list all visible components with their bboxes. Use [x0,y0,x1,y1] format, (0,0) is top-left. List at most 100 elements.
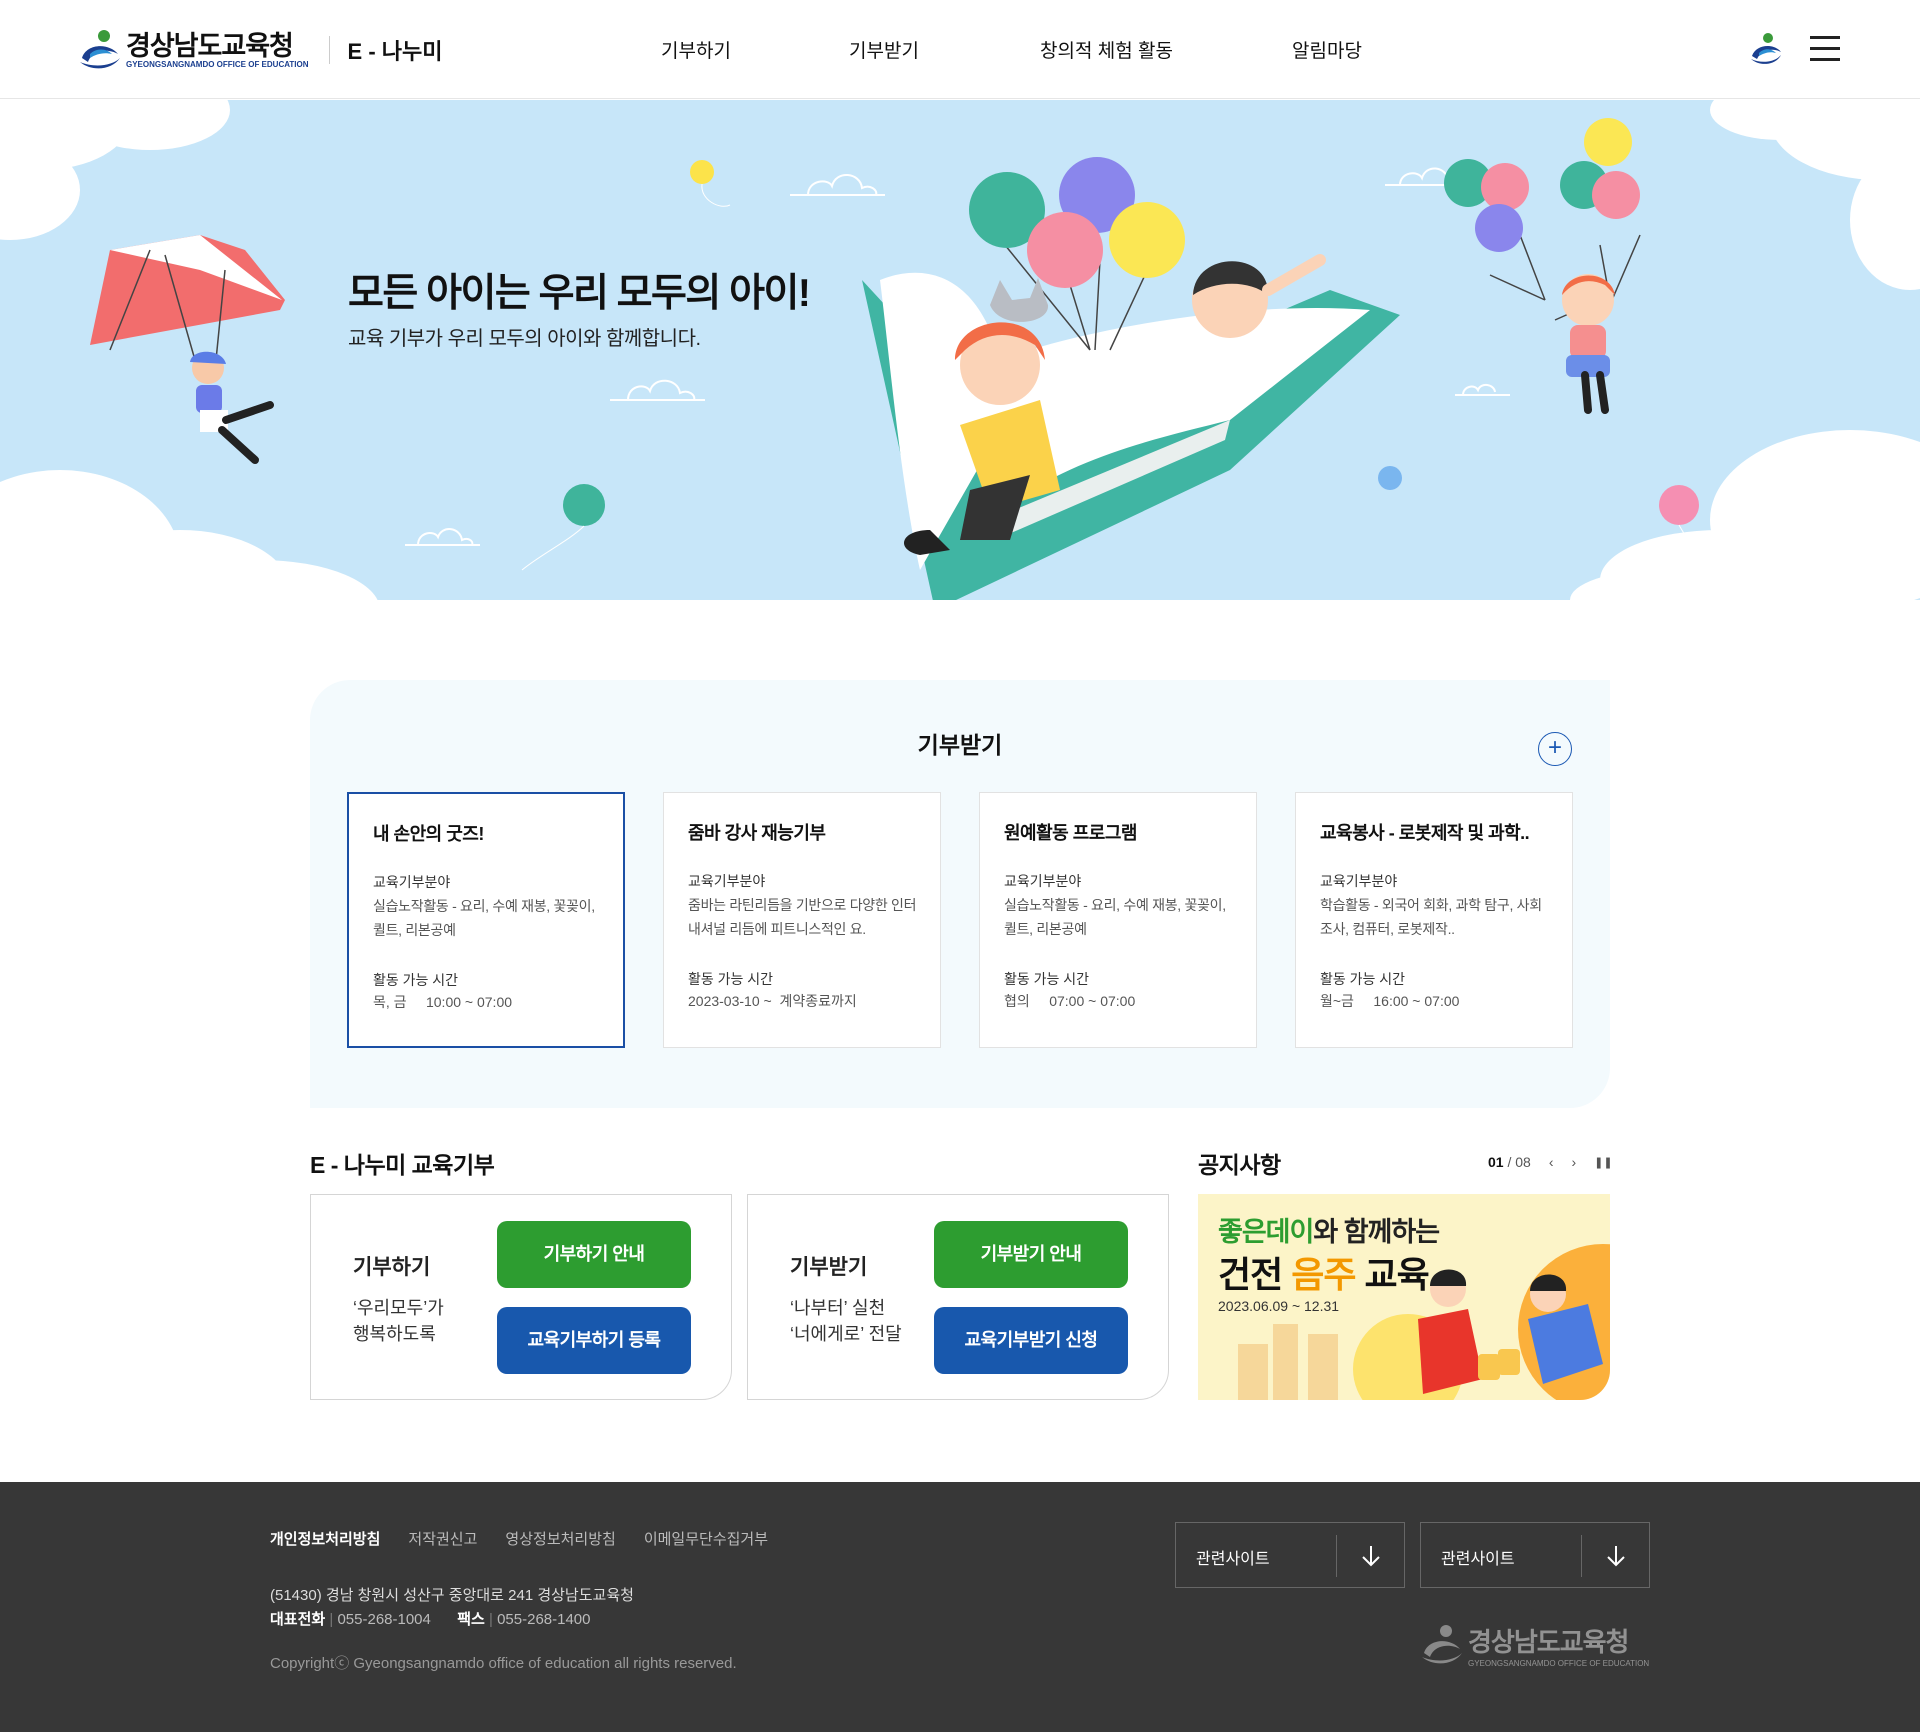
receive-section-title: 기부받기 [917,732,1003,758]
site-header: 경상남도교육청 GYEONGSANGNAMDO OFFICE OF EDUCAT… [0,0,1920,99]
site-name[interactable]: E - 나누미 [348,34,443,66]
banner-text: 건전 [1218,1254,1292,1295]
select-label: 관련사이트 [1441,1551,1515,1568]
footer-logo: 경상남도교육청 GYEONGSANGNAMDO OFFICE OF EDUCAT… [1420,1622,1649,1668]
fax-label: 팩스 [457,1611,485,1628]
tel-label: 대표전화 [270,1611,326,1628]
card-time: 월~금 16:00 ~ 07:00 [1320,993,1460,1009]
related-site-select[interactable]: 관련사이트 [1175,1522,1405,1588]
info-desc: ‘나부터’ 실천 ‘너에게로’ 전달 [790,1298,902,1344]
banner-text: 교육 [1355,1254,1430,1295]
donate-info-box: 기부하기 ‘우리모두’가 행복하도록 기부하기 안내 교육기부하기 등록 [310,1194,732,1400]
footer-separator: | [489,1611,498,1628]
donation-card[interactable]: 교육봉사 - 로봇제작 및 과학.. 교육기부분야 학습활동 - 외국어 회화,… [1295,792,1573,1048]
chevron-right-icon[interactable]: › [1572,1154,1577,1170]
donate-register-button[interactable]: 교육기부하기 등록 [497,1307,691,1374]
card-field: 실습노작활동 - 요리, 수예 재봉, 꽃꽂이, 퀼트, 리본공예 [373,898,595,938]
card-title: 내 손안의 굿즈! [373,824,484,844]
logo-text: 경상남도교육청 GYEONGSANGNAMDO OFFICE OF EDUCAT… [126,32,309,69]
receive-guide-button[interactable]: 기부받기 안내 [934,1221,1128,1288]
card-field-label: 교육기부분야 [373,874,451,890]
logo-symbol-icon [80,30,120,69]
notice-banner[interactable]: 좋은데이와 함께하는 건전 음주 교육 2023.06.09 ~ 12.31 [1198,1194,1610,1400]
footer-logo-english: GYEONGSANGNAMDO OFFICE OF EDUCATION [1468,1659,1650,1668]
card-time: 2023-03-10 ~ 계약종료까지 [688,993,857,1009]
hero-banner: 모든 아이는 우리 모두의 아이! 교육 기부가 우리 모두의 아이와 함께합니… [0,100,1920,600]
arrow-down-icon [1362,1546,1380,1567]
info-title: 기부받기 [790,1256,868,1279]
receive-info-box: 기부받기 ‘나부터’ 실천 ‘너에게로’ 전달 기부받기 안내 교육기부받기 신… [747,1194,1169,1400]
nav-item-donate[interactable]: 기부하기 [661,36,731,63]
donation-card[interactable]: 내 손안의 굿즈! 교육기부분야 실습노작활동 - 요리, 수예 재봉, 꽃꽂이… [347,792,625,1048]
card-time: 협의 07:00 ~ 07:00 [1004,993,1136,1009]
notice-total-pages: / 08 [1507,1154,1531,1170]
fax-number: 055-268-1400 [497,1611,591,1628]
banner-highlight: 음주 [1291,1254,1356,1295]
select-label: 관련사이트 [1196,1551,1270,1568]
footer-copyright: Copyrightⓒ Gyeongsangnamdo office of edu… [270,1655,737,1672]
footer-logo-korean: 경상남도교육청 [1468,1627,1629,1657]
banner-date: 2023.06.09 ~ 12.31 [1218,1298,1340,1314]
card-time-label: 활동 가능 시간 [688,971,774,987]
footer-links: 개인정보처리방침 저작권신고 영상정보처리방침 이메일무단수집거부 [270,1528,768,1549]
card-field: 줌바는 라틴리듬을 기반으로 다양한 인터내셔널 리듬에 피트니스적인 요. [688,897,917,937]
footer-logo-symbol-icon [1422,1625,1462,1664]
receive-apply-button[interactable]: 교육기부받기 신청 [934,1307,1128,1374]
footer-logo-text: 경상남도교육청 GYEONGSANGNAMDO OFFICE OF EDUCAT… [1468,1622,1649,1668]
hero-illustration [0,100,1920,600]
footer-link-video-privacy[interactable]: 영상정보처리방침 [505,1528,615,1549]
logo-korean: 경상남도교육청 [126,30,294,61]
select-divider [1336,1535,1337,1577]
banner-headline-2: 건전 음주 교육 [1218,1246,1430,1298]
footer-contact: 대표전화 | 055-268-1004 팩스 | 055-268-1400 [270,1608,591,1629]
notice-page-count: 01 / 08 [1488,1154,1531,1170]
card-time-label: 활동 가능 시간 [373,972,459,988]
symbol-icon[interactable] [1750,32,1782,66]
footer-link-copyright[interactable]: 저작권신고 [408,1528,477,1549]
hero-title: 모든 아이는 우리 모두의 아이! [348,272,811,315]
arrow-down-icon [1607,1546,1625,1567]
nav-item-receive[interactable]: 기부받기 [849,36,919,63]
logo-divider [328,36,330,64]
card-field: 실습노작활동 - 요리, 수예 재봉, 꽃꽂이, 퀼트, 리본공예 [1004,897,1226,937]
nav-item-notice[interactable]: 알림마당 [1292,36,1362,63]
banner-headline-1: 좋은데이와 함께하는 [1218,1210,1440,1249]
footer-link-email[interactable]: 이메일무단수집거부 [644,1528,768,1549]
donation-card[interactable]: 줌바 강사 재능기부 교육기부분야 줌바는 라틴리듬을 기반으로 다양한 인터내… [663,792,941,1048]
nav-item-creative-activity[interactable]: 창의적 체험 활동 [1040,36,1173,63]
notice-title: 공지사항 [1198,1152,1281,1178]
select-divider [1581,1535,1582,1577]
card-time: 목, 금 10:00 ~ 07:00 [373,994,513,1010]
card-title: 줌바 강사 재능기부 [688,823,826,843]
hamburger-menu-icon[interactable] [1810,34,1840,62]
site-footer: 개인정보처리방침 저작권신고 영상정보처리방침 이메일무단수집거부 (51430… [0,1482,1920,1732]
notice-pager: 01 / 08 ‹ › ❚❚ [1488,1154,1613,1170]
plus-icon[interactable]: + [1538,732,1572,766]
info-desc: ‘우리모두’가 행복하도록 [353,1298,444,1344]
card-field-label: 교육기부분야 [1320,873,1398,889]
related-site-select[interactable]: 관련사이트 [1420,1522,1650,1588]
receive-section: 기부받기 + 내 손안의 굿즈! 교육기부분야 실습노작활동 - 요리, 수예 … [310,680,1610,1108]
tel-number: 055-268-1004 [337,1611,431,1628]
footer-address: (51430) 경남 창원시 성산구 중앙대로 241 경상남도교육청 [270,1587,634,1604]
chevron-left-icon[interactable]: ‹ [1549,1154,1554,1170]
card-field-label: 교육기부분야 [1004,873,1082,889]
enanumi-title: E - 나누미 교육기부 [310,1152,495,1178]
card-field-label: 교육기부분야 [688,873,766,889]
card-title: 교육봉사 - 로봇제작 및 과학.. [1320,823,1530,843]
site-logo[interactable]: 경상남도교육청 GYEONGSANGNAMDO OFFICE OF EDUCAT… [78,28,442,72]
banner-text: 와 함께하는 [1313,1217,1440,1247]
notice-current-page: 01 [1488,1154,1504,1170]
footer-link-privacy[interactable]: 개인정보처리방침 [270,1528,380,1549]
info-title: 기부하기 [353,1256,431,1279]
pause-icon[interactable]: ❚❚ [1594,1156,1612,1169]
donation-card[interactable]: 원예활동 프로그램 교육기부분야 실습노작활동 - 요리, 수예 재봉, 꽃꽂이… [979,792,1257,1048]
card-time-label: 활동 가능 시간 [1004,971,1090,987]
banner-brand: 좋은데이 [1218,1217,1314,1247]
card-title: 원예활동 프로그램 [1004,823,1137,843]
hero-subtitle: 교육 기부가 우리 모두의 아이와 함께합니다. [348,328,701,350]
donate-guide-button[interactable]: 기부하기 안내 [497,1221,691,1288]
card-field: 학습활동 - 외국어 회화, 과학 탐구, 사회 조사, 컴퓨터, 로봇제작.. [1320,897,1542,937]
logo-english: GYEONGSANGNAMDO OFFICE OF EDUCATION [126,59,309,69]
card-time-label: 활동 가능 시간 [1320,971,1406,987]
